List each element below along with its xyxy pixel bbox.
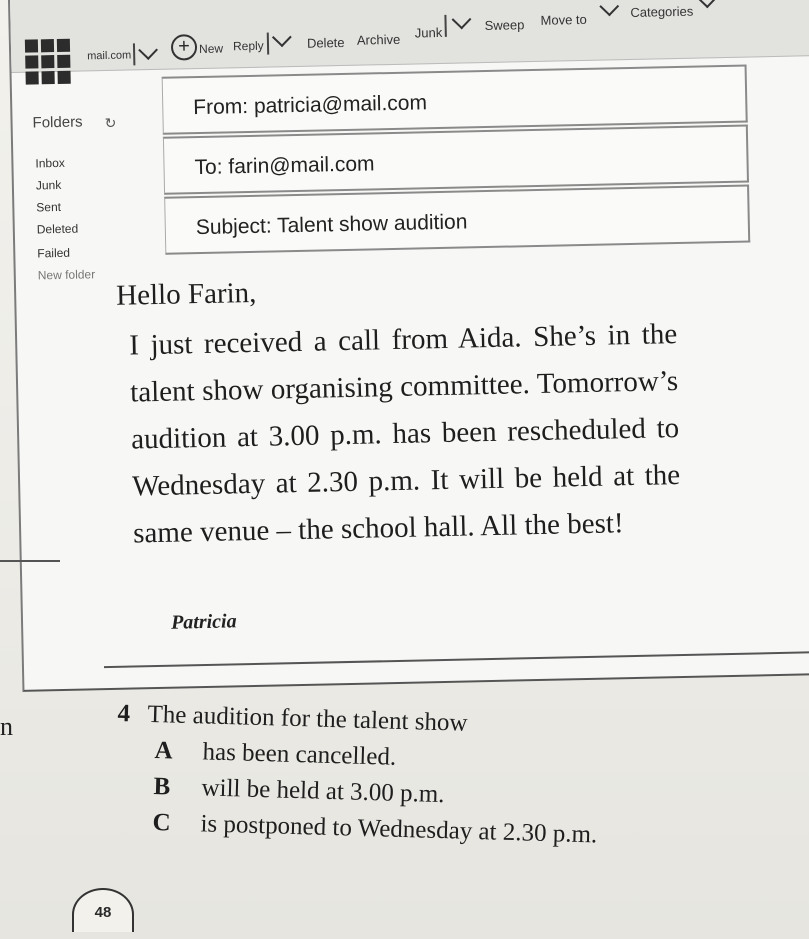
refresh-icon[interactable]: ↻ [104, 115, 116, 132]
chevron-down-icon[interactable] [138, 40, 158, 60]
chevron-down-icon[interactable] [271, 27, 292, 48]
textbook-page: mail.com + New Reply Delete Archive Junk… [0, 0, 809, 939]
question-number: 4 [117, 700, 131, 728]
previous-page-line [0, 560, 60, 578]
to-text: To: farin@mail.com [194, 152, 375, 180]
folder-deleted[interactable]: Deleted [37, 222, 79, 237]
option-letter: A [154, 737, 174, 765]
option-text: will be held at 3.00 p.m. [201, 774, 445, 809]
question-4: 4 The audition for the talent show Ahas … [117, 700, 758, 848]
chevron-down-icon[interactable] [599, 0, 620, 17]
folders-title: Folders [32, 113, 83, 132]
folder-inbox[interactable]: Inbox [35, 156, 65, 171]
app-name: mail.com [87, 49, 132, 63]
new-plus-icon[interactable]: + [170, 34, 198, 61]
folder-sent[interactable]: Sent [36, 200, 61, 215]
folder-junk[interactable]: Junk [36, 178, 62, 193]
folder-failed[interactable]: Failed [37, 246, 70, 261]
junk-button[interactable]: Junk [415, 25, 443, 41]
folder-new-folder[interactable]: New folder [38, 267, 96, 282]
option-a[interactable]: Ahas been cancelled. [154, 737, 396, 772]
more-button[interactable]: ... [730, 0, 739, 2]
option-text: is postponed to Wednesday at 2.30 p.m. [200, 810, 598, 849]
from-field[interactable]: From: patricia@mail.com [161, 64, 748, 135]
chevron-down-icon[interactable] [697, 0, 718, 9]
delete-button[interactable]: Delete [307, 35, 345, 51]
option-letter: C [152, 809, 172, 837]
sweep-button[interactable]: Sweep [484, 17, 524, 33]
toolbar-separator [132, 43, 136, 66]
email-message: I just received a call from Aida. She’s … [128, 318, 681, 550]
email-signature: Patricia [170, 610, 237, 634]
option-text: has been cancelled. [202, 738, 397, 771]
move-to-button[interactable]: Move to [540, 12, 587, 28]
subject-text: Subject: Talent show audition [195, 210, 468, 240]
categories-button[interactable]: Categories [630, 4, 693, 20]
question-stem: The audition for the talent show [147, 700, 468, 737]
option-b[interactable]: Bwill be held at 3.00 p.m. [153, 773, 445, 809]
email-window: mail.com + New Reply Delete Archive Junk… [8, 0, 809, 692]
toolbar-separator [444, 14, 447, 37]
chevron-down-icon[interactable] [451, 9, 472, 30]
to-field[interactable]: To: farin@mail.com [162, 124, 749, 195]
toolbar-separator [266, 32, 270, 55]
new-button[interactable]: New [199, 42, 223, 56]
option-c[interactable]: Cis postponed to Wednesday at 2.30 p.m. [152, 809, 597, 849]
archive-button[interactable]: Archive [357, 32, 401, 48]
option-letter: B [153, 773, 171, 801]
reply-button[interactable]: Reply [233, 39, 264, 54]
margin-letter: n [0, 712, 13, 741]
email-toolbar: mail.com + New Reply Delete Archive Junk… [9, 0, 809, 85]
page-number: 48 [72, 888, 134, 932]
from-text: From: patricia@mail.com [193, 91, 428, 120]
email-greeting: Hello Farin, [115, 276, 257, 312]
